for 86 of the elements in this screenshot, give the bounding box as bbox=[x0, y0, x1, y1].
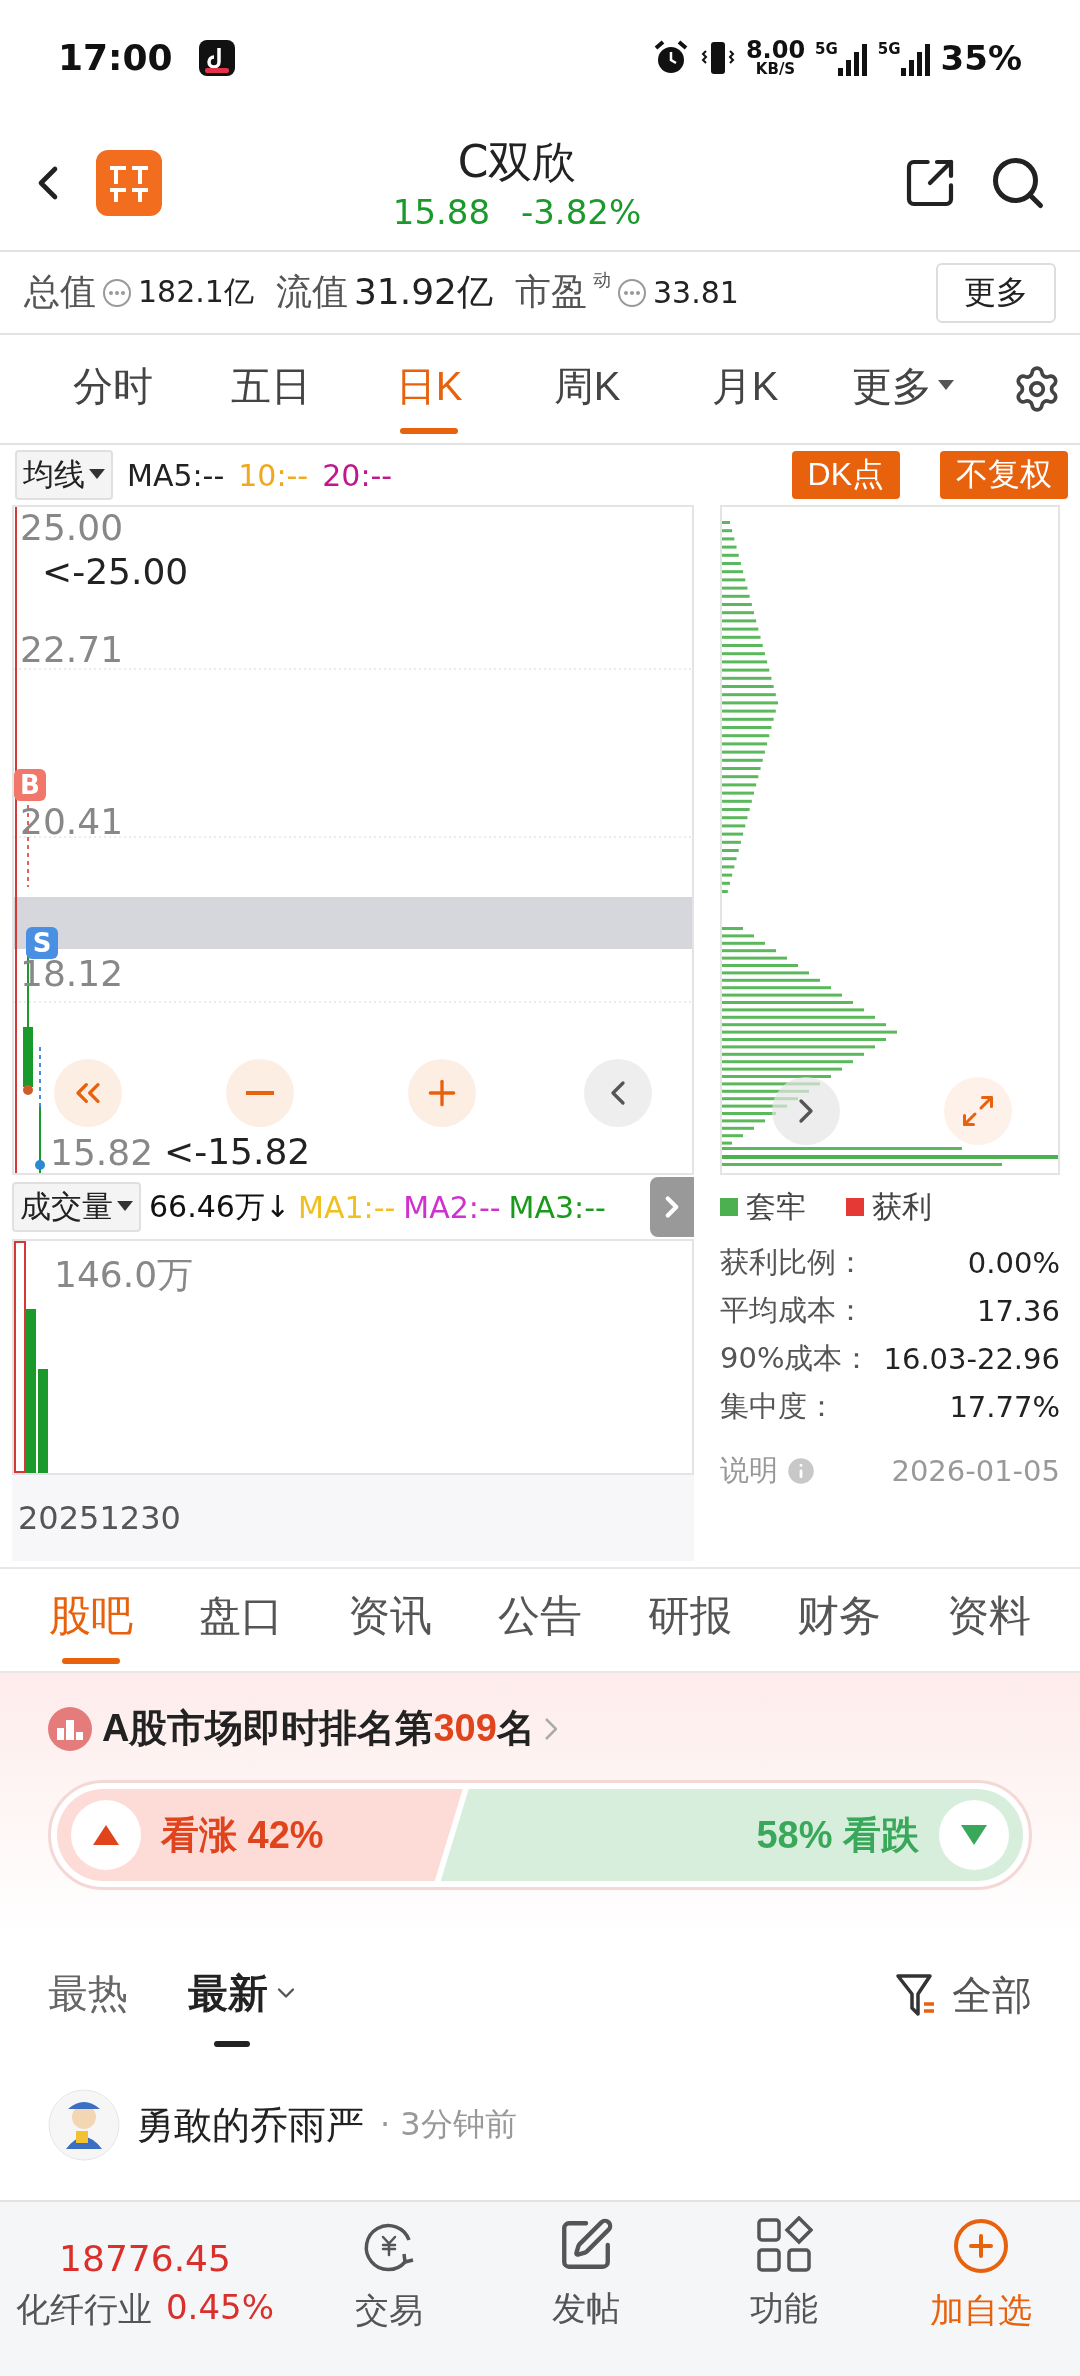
ma10-value: 10:-- bbox=[238, 457, 309, 493]
network-type: 5G bbox=[815, 39, 838, 58]
stat-value: 33.81 bbox=[652, 275, 739, 310]
post-time: · 3分钟前 bbox=[380, 2104, 517, 2145]
chip-stat-label: 集中度： bbox=[720, 1388, 836, 1425]
stock-name: C双欣 bbox=[457, 135, 577, 189]
section-tab[interactable]: 公告 bbox=[465, 1576, 615, 1664]
indicator-select[interactable]: 均线 bbox=[15, 450, 113, 500]
chip-stat-value: 17.36 bbox=[976, 1294, 1060, 1328]
more-info-icon[interactable] bbox=[616, 277, 647, 308]
period-tab[interactable]: 周K bbox=[508, 344, 666, 434]
stat-label: 市盈 bbox=[514, 270, 587, 314]
period-tab[interactable]: 分时 bbox=[34, 344, 192, 434]
industry-change: 0.45% bbox=[166, 2287, 274, 2329]
down-triangle-icon bbox=[961, 1825, 987, 1845]
expand-icon bbox=[960, 1093, 996, 1129]
sort-tab[interactable]: 最热 bbox=[48, 1943, 128, 2047]
ma20-value: 20:-- bbox=[322, 457, 393, 493]
period-tab[interactable]: 五日 bbox=[192, 344, 350, 434]
period-tab[interactable]: 更多 bbox=[824, 344, 982, 434]
period-tab[interactable]: 月K bbox=[666, 344, 824, 434]
chip-stat-value: 17.77% bbox=[949, 1390, 1060, 1424]
section-tab[interactable]: 研报 bbox=[614, 1576, 765, 1664]
price-axis-label: 20.41 bbox=[20, 801, 124, 842]
stat-value: 31.92亿 bbox=[353, 270, 493, 314]
ma1-value: MA1:-- bbox=[298, 1189, 396, 1225]
ma2-value: MA2:-- bbox=[403, 1189, 501, 1225]
network-type: 5G bbox=[877, 39, 901, 58]
stat-value: 182.1亿 bbox=[138, 273, 254, 311]
section-tab[interactable]: 资讯 bbox=[315, 1576, 466, 1664]
stat-label: 总值 bbox=[24, 270, 96, 314]
chip-stat-label: 平均成本： bbox=[720, 1292, 865, 1329]
buy-marker: B bbox=[14, 769, 46, 801]
volume-axis-label: 146.0万 bbox=[54, 1253, 194, 1297]
chip-stat-value: 16.03-22.96 bbox=[883, 1342, 1060, 1376]
chevron-right-icon bbox=[544, 1717, 557, 1740]
dropdown-triangle-icon bbox=[938, 380, 954, 392]
price-dot bbox=[35, 1160, 45, 1170]
volume-indicator-select[interactable]: 成交量 bbox=[12, 1182, 141, 1232]
stat-label: 流值 bbox=[275, 270, 348, 314]
section-tab[interactable]: 资料 bbox=[914, 1576, 1065, 1664]
bottom-action-button[interactable]: 功能 bbox=[685, 2216, 883, 2332]
post-author[interactable]: 勇敢的乔雨严 bbox=[136, 2099, 364, 2151]
price-axis-label: 22.71 bbox=[20, 629, 124, 670]
price-dot bbox=[23, 1085, 33, 1095]
stat-superscript: 动 bbox=[592, 268, 611, 292]
section-tab[interactable]: 财务 bbox=[764, 1576, 915, 1664]
bottom-action-button[interactable]: 交易 bbox=[290, 2216, 488, 2334]
ma5-value: MA5:-- bbox=[127, 457, 225, 493]
price-axis-label: 15.82 bbox=[50, 1132, 154, 1173]
candlestick bbox=[39, 1106, 41, 1173]
legend-label: 套牢 bbox=[720, 1186, 806, 1228]
industry-name[interactable]: 化纤行业 bbox=[16, 2287, 152, 2333]
app-notification-icon bbox=[198, 39, 235, 76]
chip-stat-value: 0.00% bbox=[967, 1246, 1060, 1280]
chip-stat-label: 获利比例： bbox=[720, 1244, 865, 1281]
bottom-action-button[interactable]: 发帖 bbox=[487, 2216, 685, 2332]
grid-icon bbox=[754, 2216, 813, 2274]
sell-marker: S bbox=[26, 927, 58, 959]
dropdown-triangle-icon bbox=[89, 469, 105, 481]
high-price-marker: <-25.00 bbox=[42, 551, 189, 592]
up-triangle-icon bbox=[93, 1825, 119, 1845]
volume-value: 66.46万↓ bbox=[149, 1187, 291, 1226]
chip-stat-label: 90%成本： bbox=[720, 1340, 872, 1377]
industry-index-value[interactable]: 18776.45 bbox=[59, 2238, 231, 2279]
chip-date: 2026-01-05 bbox=[891, 1454, 1060, 1488]
filter-button[interactable]: 全部 bbox=[894, 1967, 1032, 2023]
low-price-marker: <-15.82 bbox=[164, 1131, 311, 1172]
section-tab[interactable]: 盘口 bbox=[165, 1576, 316, 1664]
price-change: 15.88 -3.82% bbox=[392, 192, 642, 232]
more-info-icon[interactable] bbox=[102, 277, 132, 308]
podium-icon bbox=[48, 1706, 92, 1751]
date-label: 20251230 bbox=[18, 1499, 181, 1537]
legend-label: 获利 bbox=[846, 1186, 932, 1228]
user-avatar[interactable] bbox=[48, 2089, 120, 2161]
ma3-value: MA3:-- bbox=[508, 1189, 606, 1225]
price-axis-label: 25.00 bbox=[20, 507, 124, 548]
status-time: 17:00 bbox=[58, 37, 173, 78]
network-speed: 8.00 KB/S bbox=[745, 38, 806, 77]
minus-icon bbox=[246, 1091, 274, 1095]
dropdown-triangle-icon bbox=[117, 1201, 133, 1213]
market-rank-text[interactable]: A股市场即时排名第309名 bbox=[102, 1703, 535, 1754]
sort-tab[interactable]: 最新 bbox=[188, 1943, 300, 2047]
more-button[interactable]: 更多 bbox=[936, 262, 1056, 323]
battery-level: 35% bbox=[940, 37, 1022, 78]
expand-tab-button[interactable] bbox=[650, 1177, 694, 1237]
